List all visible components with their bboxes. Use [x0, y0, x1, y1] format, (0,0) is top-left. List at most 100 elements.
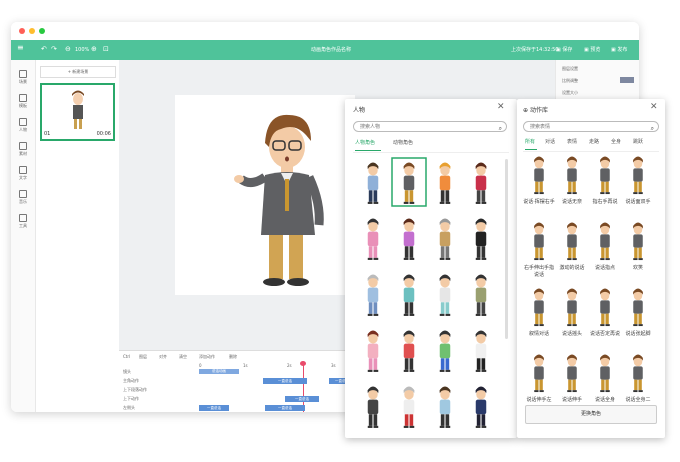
character-option[interactable] — [475, 274, 487, 316]
action-option[interactable] — [600, 354, 610, 393]
action-option[interactable] — [534, 288, 544, 327]
tab-dialog[interactable]: 对话 — [545, 138, 555, 145]
timeline-tab[interactable]: Ctrl — [123, 354, 130, 359]
action-caption[interactable]: 说话摇头 — [555, 331, 589, 338]
character-option[interactable] — [367, 386, 379, 428]
sidebar-item-asset[interactable]: 素材 — [11, 142, 35, 157]
character-option[interactable] — [403, 330, 415, 372]
character-option[interactable] — [367, 162, 379, 204]
publish-button[interactable]: ▣ 发布 — [611, 46, 627, 54]
change-character-button[interactable]: 更换角色 — [525, 405, 657, 424]
action-caption[interactable]: 指右手再说 — [588, 199, 622, 206]
character-option[interactable] — [367, 274, 379, 316]
action-option[interactable] — [633, 288, 643, 327]
tab-fullbody[interactable]: 全身 — [611, 138, 621, 145]
zoom-in-icon[interactable]: ⊕ — [91, 45, 97, 53]
tab-all[interactable]: 所有 — [525, 138, 535, 145]
timeline-tab[interactable]: 对齐 — [159, 354, 167, 360]
action-option[interactable] — [633, 222, 643, 261]
add-scene-button[interactable]: + 新建场景 — [40, 66, 116, 78]
action-option[interactable] — [567, 156, 577, 195]
action-option[interactable] — [600, 156, 610, 195]
timeline-tab[interactable]: 图层 — [139, 354, 147, 360]
sidebar-item-person[interactable]: 人物 — [11, 118, 35, 133]
sidebar-item-music[interactable]: 音乐 — [11, 190, 35, 205]
fit-screen-icon[interactable]: ⊡ — [103, 45, 109, 53]
minimize-dot[interactable] — [29, 28, 35, 34]
timeline-clip[interactable]: 一直说话 — [199, 405, 229, 411]
action-caption[interactable]: 叙情对话 — [522, 331, 556, 338]
action-caption[interactable]: 激动的说话 — [555, 265, 589, 272]
action-search-input[interactable]: 搜索表情 ⌕ — [523, 121, 659, 132]
timeline-tab[interactable]: 删除 — [229, 354, 237, 360]
action-caption[interactable]: 说话全身 — [588, 397, 622, 404]
character-option[interactable] — [367, 330, 379, 372]
tab-animal[interactable]: 动物角色 — [393, 139, 413, 146]
stage[interactable] — [175, 95, 355, 295]
character-option[interactable] — [403, 386, 415, 428]
action-caption[interactable]: 说话伸手左 — [522, 397, 556, 404]
color-swatch[interactable] — [620, 77, 634, 83]
action-option[interactable] — [534, 156, 544, 195]
maximize-dot[interactable] — [39, 28, 45, 34]
timeline-tab[interactable]: 清空 — [179, 354, 187, 360]
character-option[interactable] — [475, 330, 487, 372]
character-option[interactable] — [439, 386, 451, 428]
sidebar-item-text[interactable]: 文字 — [11, 166, 35, 181]
scene-thumbnail[interactable]: 01 00:06 — [40, 83, 115, 141]
action-caption[interactable]: 说话伸手 — [555, 397, 589, 404]
tab-human[interactable]: 人物角色 — [355, 139, 375, 146]
playhead-handle[interactable] — [300, 361, 306, 366]
action-caption[interactable]: 说话全身二 — [621, 397, 655, 404]
timeline-clip[interactable]: 一直说话 — [263, 378, 307, 384]
action-option[interactable] — [567, 354, 577, 393]
close-dot[interactable] — [19, 28, 25, 34]
character-option[interactable] — [439, 218, 451, 260]
action-caption[interactable]: 说话否定再说 — [588, 331, 622, 338]
zoom-out-icon[interactable]: ⊖ — [65, 45, 71, 53]
action-option[interactable] — [567, 222, 577, 261]
action-option[interactable] — [600, 288, 610, 327]
action-option[interactable] — [633, 156, 643, 195]
character-option[interactable] — [403, 162, 415, 204]
action-caption[interactable]: 欢笑 — [621, 265, 655, 272]
action-option[interactable] — [633, 354, 643, 393]
action-option[interactable] — [534, 222, 544, 261]
search-icon[interactable]: ⌕ — [499, 123, 502, 134]
timeline-tab[interactable]: 添加动作 — [199, 354, 215, 360]
timeline-clip[interactable]: 一直说话 — [265, 405, 305, 411]
tab-jump[interactable]: 跳跃 — [633, 138, 643, 145]
character-option[interactable] — [475, 218, 487, 260]
search-icon[interactable]: ⌕ — [651, 123, 654, 134]
redo-icon[interactable]: ↷ — [51, 45, 57, 53]
action-caption[interactable]: 说话面双手 — [621, 199, 655, 206]
action-caption[interactable]: 说话张起脚 — [621, 331, 655, 338]
sidebar-item-tool[interactable]: 工具 — [11, 214, 35, 229]
character-grid[interactable] — [349, 155, 509, 435]
character-option[interactable] — [475, 162, 487, 204]
character-option[interactable] — [403, 274, 415, 316]
close-icon[interactable]: ✕ — [650, 102, 658, 112]
main-character[interactable] — [175, 95, 355, 295]
character-option[interactable] — [475, 386, 487, 428]
character-option[interactable] — [403, 218, 415, 260]
close-icon[interactable]: ✕ — [497, 102, 505, 112]
timeline-clip[interactable]: 一直说话 — [285, 396, 319, 402]
sidebar-item-template[interactable]: 模板 — [11, 94, 35, 109]
action-option[interactable] — [567, 288, 577, 327]
undo-icon[interactable]: ↶ — [41, 45, 47, 53]
tab-walk[interactable]: 走路 — [589, 138, 599, 145]
action-caption[interactable]: 说话指点 — [588, 265, 622, 272]
preview-button[interactable]: ▣ 预览 — [584, 46, 600, 54]
menu-icon[interactable]: ≡ — [17, 44, 24, 52]
action-caption[interactable]: 说话·挥摆右手 — [522, 199, 556, 206]
action-caption[interactable]: 右手伸出手指说话 — [522, 265, 556, 279]
action-caption[interactable]: 说话无奈 — [555, 199, 589, 206]
character-search-input[interactable]: 搜索人物 ⌕ — [353, 121, 507, 132]
character-option[interactable] — [367, 218, 379, 260]
timeline-clip[interactable]: 说话动画 — [199, 369, 239, 374]
action-option[interactable] — [600, 222, 610, 261]
action-option[interactable] — [534, 354, 544, 393]
character-option[interactable] — [439, 330, 451, 372]
character-option[interactable] — [439, 274, 451, 316]
